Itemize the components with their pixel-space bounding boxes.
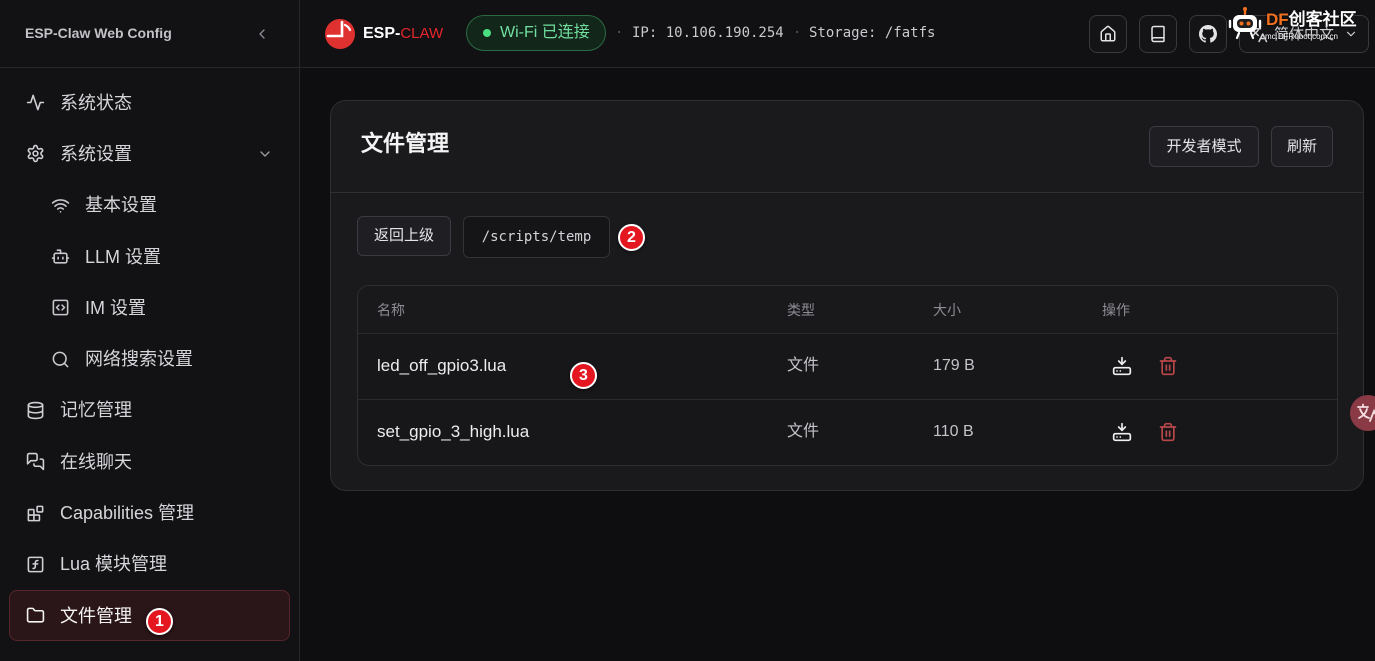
file-name[interactable]: led_off_gpio3.lua bbox=[377, 356, 506, 376]
wifi-icon bbox=[51, 198, 70, 213]
brand-name: ESP-CLAW bbox=[363, 24, 443, 44]
sidebar-item-label: 基本设置 bbox=[85, 195, 157, 216]
chevron-down-icon bbox=[260, 151, 270, 157]
brand-suffix: CLAW bbox=[400, 25, 444, 42]
file-name[interactable]: set_gpio_3_high.lua bbox=[377, 422, 529, 442]
annotation-badge-3: 3 bbox=[570, 362, 597, 389]
download-button[interactable] bbox=[1111, 355, 1133, 377]
book-icon bbox=[1151, 25, 1165, 43]
wifi-status-badge: Wi-Fi 已连接 bbox=[466, 15, 606, 51]
file-type: 文件 bbox=[787, 357, 820, 374]
column-header-type: 类型 bbox=[787, 302, 815, 318]
top-bar: ESP-CLAW Wi-Fi 已连接 · IP: 10.106.190.254 … bbox=[300, 0, 1375, 68]
trash-icon bbox=[1159, 356, 1177, 376]
status-dot bbox=[483, 29, 491, 37]
sidebar-item-capabilities[interactable]: Capabilities 管理 bbox=[9, 487, 290, 538]
bot-icon bbox=[51, 249, 70, 264]
chevron-left-icon bbox=[259, 29, 265, 39]
annotation-badge-1: 1 bbox=[146, 608, 173, 635]
sidebar-item-im-settings[interactable]: IM 设置 bbox=[9, 282, 290, 333]
activity-icon bbox=[26, 94, 45, 111]
file-type: 文件 bbox=[787, 423, 820, 440]
docs-button[interactable] bbox=[1139, 15, 1177, 53]
storage-path: Storage: /fatfs bbox=[809, 25, 936, 41]
separator: · bbox=[615, 25, 624, 41]
table-header: 名称 类型 大小 操作 bbox=[358, 286, 1337, 333]
home-button[interactable] bbox=[1089, 15, 1127, 53]
sidebar-item-llm-settings[interactable]: LLM 设置 bbox=[9, 231, 290, 282]
sidebar-header: ESP-Claw Web Config bbox=[0, 0, 299, 68]
download-button[interactable] bbox=[1111, 421, 1133, 443]
code-box-icon bbox=[52, 299, 69, 316]
sidebar-nav: 系统状态 系统设置 基本设置 LLM 设置 IM 设置 网络搜索设置 记忆管理 bbox=[9, 77, 290, 642]
delete-button[interactable] bbox=[1157, 421, 1179, 443]
wifi-status-text: Wi-Fi 已连接 bbox=[500, 24, 590, 41]
trash-icon bbox=[1159, 422, 1177, 442]
sidebar-item-label: 系统设置 bbox=[60, 143, 132, 164]
developer-mode-button[interactable]: 开发者模式 bbox=[1149, 126, 1259, 167]
ip-address: IP: 10.106.190.254 bbox=[632, 25, 784, 41]
esp-claw-logo-icon bbox=[325, 19, 355, 49]
sidebar: ESP-Claw Web Config 系统状态 系统设置 基本设置 LLM 设… bbox=[0, 0, 300, 661]
sidebar-item-label: Capabilities 管理 bbox=[60, 503, 195, 524]
column-header-size: 大小 bbox=[933, 302, 961, 318]
go-up-button[interactable]: 返回上级 bbox=[357, 216, 451, 256]
brand-prefix: ESP- bbox=[363, 25, 401, 42]
download-icon bbox=[1112, 422, 1132, 442]
file-table: 名称 类型 大小 操作 led_off_gpio3.lua 文件 179 B s… bbox=[357, 285, 1338, 466]
sidebar-item-label: 文件管理 bbox=[60, 605, 132, 626]
sidebar-item-label: 在线聊天 bbox=[60, 451, 132, 472]
divider bbox=[331, 192, 1363, 193]
sidebar-item-lua-modules[interactable]: Lua 模块管理 bbox=[9, 539, 290, 590]
language-select[interactable]: 简体中文 bbox=[1239, 15, 1369, 53]
languages-icon bbox=[1250, 25, 1268, 43]
delete-button[interactable] bbox=[1157, 355, 1179, 377]
github-icon bbox=[1199, 25, 1217, 43]
file-manager-card: 文件管理 开发者模式 刷新 返回上级 /scripts/temp 名称 类型 大… bbox=[330, 100, 1364, 491]
collapse-sidebar-button[interactable] bbox=[252, 24, 272, 44]
separator: · bbox=[793, 25, 802, 41]
sidebar-item-label: 网络搜索设置 bbox=[85, 349, 193, 370]
page-title: 文件管理 bbox=[361, 131, 450, 156]
sidebar-item-web-search-settings[interactable]: 网络搜索设置 bbox=[9, 333, 290, 384]
table-row[interactable]: set_gpio_3_high.lua 文件 110 B bbox=[358, 399, 1337, 465]
database-icon bbox=[27, 401, 44, 420]
refresh-button[interactable]: 刷新 bbox=[1271, 126, 1333, 167]
function-square-icon bbox=[27, 556, 44, 573]
column-header-actions: 操作 bbox=[1102, 302, 1130, 318]
file-size: 110 B bbox=[933, 423, 974, 440]
translate-icon[interactable] bbox=[1350, 395, 1375, 431]
sidebar-item-basic-settings[interactable]: 基本设置 bbox=[9, 180, 290, 231]
annotation-badge-2: 2 bbox=[618, 224, 645, 251]
language-selected: 简体中文 bbox=[1274, 26, 1335, 43]
folder-icon bbox=[26, 607, 45, 623]
sidebar-item-label: IM 设置 bbox=[85, 297, 146, 318]
sidebar-item-label: Lua 模块管理 bbox=[60, 554, 168, 575]
gear-icon bbox=[27, 145, 44, 163]
search-icon bbox=[52, 351, 69, 368]
current-path: /scripts/temp bbox=[463, 216, 610, 258]
chevron-down-icon bbox=[1346, 31, 1356, 37]
table-row[interactable]: led_off_gpio3.lua 文件 179 B bbox=[358, 333, 1337, 399]
github-button[interactable] bbox=[1189, 15, 1227, 53]
sidebar-item-system-status[interactable]: 系统状态 bbox=[9, 77, 290, 128]
sidebar-item-online-chat[interactable]: 在线聊天 bbox=[9, 436, 290, 487]
app-title: ESP-Claw Web Config bbox=[25, 25, 172, 41]
sidebar-item-label: LLM 设置 bbox=[85, 246, 162, 267]
sidebar-item-label: 系统状态 bbox=[60, 92, 132, 113]
download-icon bbox=[1112, 356, 1132, 376]
chat-icon bbox=[26, 453, 45, 471]
file-size: 179 B bbox=[933, 357, 975, 374]
sidebar-item-label: 记忆管理 bbox=[60, 400, 132, 421]
sidebar-item-memory[interactable]: 记忆管理 bbox=[9, 385, 290, 436]
blocks-icon bbox=[27, 505, 44, 521]
column-header-name: 名称 bbox=[377, 302, 405, 318]
home-icon bbox=[1100, 25, 1116, 42]
sidebar-item-system-settings[interactable]: 系统设置 bbox=[9, 128, 290, 179]
